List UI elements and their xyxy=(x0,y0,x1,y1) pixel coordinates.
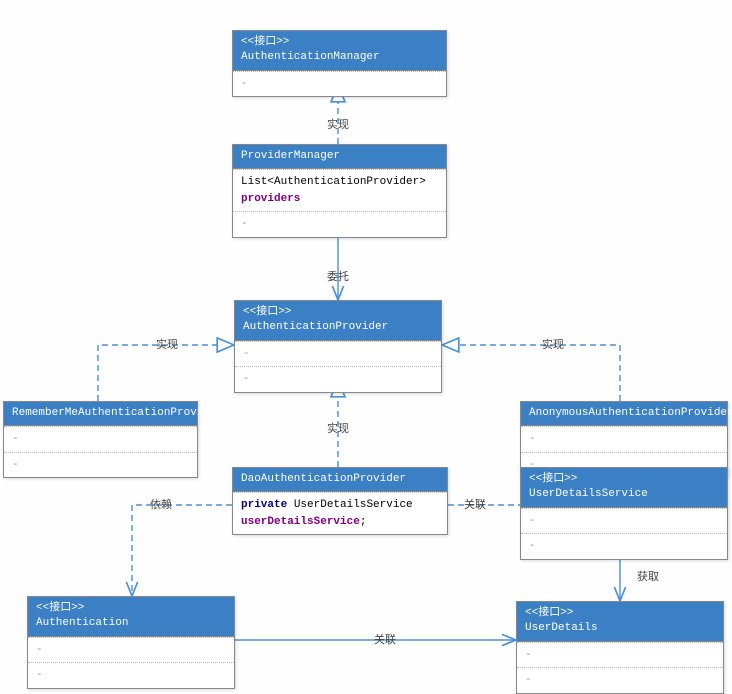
class-title: ProviderManager xyxy=(241,149,438,164)
class-user-details-service: <<接口>> UserDetailsService - - xyxy=(520,467,728,560)
label-realize-4: 实现 xyxy=(325,420,351,436)
attr-name: providers xyxy=(241,193,300,205)
class-title: AuthenticationProvider xyxy=(243,320,433,335)
empty-compartment: - xyxy=(12,433,19,445)
stereotype-label: <<接口>> xyxy=(36,601,226,616)
class-title: AnonymousAuthenticationProvider xyxy=(529,406,719,421)
class-authentication-provider: <<接口>> AuthenticationProvider - - xyxy=(234,300,442,393)
empty-compartment: - xyxy=(241,78,248,90)
empty-compartment: - xyxy=(529,433,536,445)
class-title: UserDetailsService xyxy=(529,487,719,502)
class-title: RememberMeAuthenticationProvider xyxy=(12,406,189,421)
empty-compartment: - xyxy=(525,674,532,686)
stereotype-label: <<接口>> xyxy=(241,35,438,50)
label-realize-3: 实现 xyxy=(540,336,566,352)
empty-compartment: - xyxy=(12,459,19,471)
empty-compartment: - xyxy=(241,218,248,230)
stereotype-label: <<接口>> xyxy=(243,305,433,320)
empty-compartment: - xyxy=(525,649,532,661)
class-dao-auth-provider: DaoAuthenticationProvider private UserDe… xyxy=(232,467,448,535)
class-title: UserDetails xyxy=(525,621,715,636)
class-authentication: <<接口>> Authentication - - xyxy=(27,596,235,689)
class-remember-me-provider: RememberMeAuthenticationProvider - - xyxy=(3,401,198,478)
label-obtain: 获取 xyxy=(635,568,661,584)
label-assoc-1: 关联 xyxy=(462,496,488,512)
attr-type: UserDetailsService xyxy=(294,499,413,511)
class-user-details: <<接口>> UserDetails - - xyxy=(516,601,724,694)
empty-compartment: - xyxy=(36,669,43,681)
label-delegate: 委托 xyxy=(325,268,351,284)
empty-compartment: - xyxy=(529,540,536,552)
empty-compartment: - xyxy=(36,644,43,656)
class-title: Authentication xyxy=(36,616,226,631)
attr-name: userDetailsService xyxy=(241,516,360,528)
label-assoc-2: 关联 xyxy=(372,631,398,647)
label-depend: 依赖 xyxy=(148,496,174,512)
class-provider-manager: ProviderManager List<AuthenticationProvi… xyxy=(232,144,447,238)
stereotype-label: <<接口>> xyxy=(529,472,719,487)
empty-compartment: - xyxy=(243,348,250,360)
stereotype-label: <<接口>> xyxy=(525,606,715,621)
attr-keyword: private xyxy=(241,499,287,511)
label-realize-2: 实现 xyxy=(154,336,180,352)
label-realize-1: 实现 xyxy=(325,116,351,132)
attr-type: List<AuthenticationProvider> xyxy=(241,176,426,188)
class-title: AuthenticationManager xyxy=(241,50,438,65)
class-authentication-manager: <<接口>> AuthenticationManager - xyxy=(232,30,447,97)
empty-compartment: - xyxy=(529,515,536,527)
class-title: DaoAuthenticationProvider xyxy=(241,472,439,487)
empty-compartment: - xyxy=(243,373,250,385)
